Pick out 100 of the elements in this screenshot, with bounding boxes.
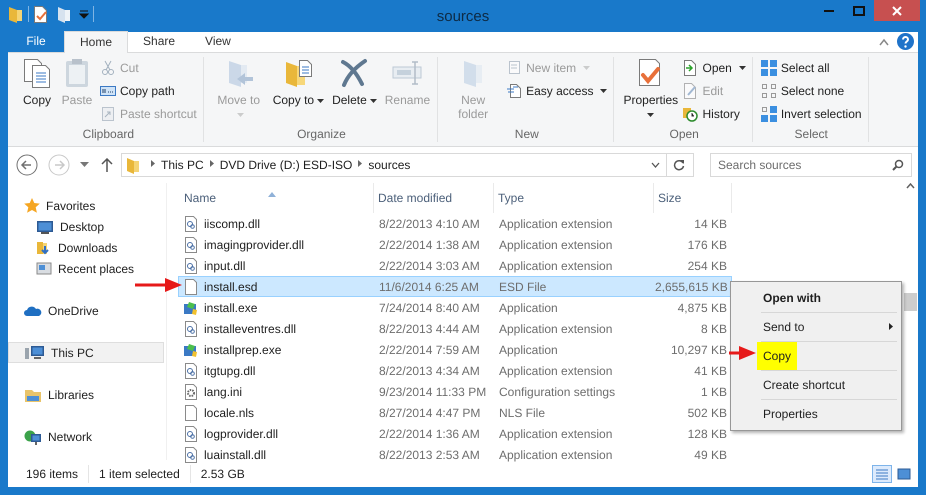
date-cell-text: 11/6/2014 6:25 AM [378, 278, 480, 296]
large-icons-view-icon [896, 466, 912, 480]
menu-item[interactable]: Copy [757, 342, 899, 370]
ribbon-button[interactable]: Copy to [270, 57, 328, 107]
chevron-right-icon [358, 160, 362, 168]
size-cell-text: 4,875 KB [676, 300, 727, 316]
dll-file-icon [183, 426, 199, 442]
refresh-button[interactable] [673, 159, 685, 171]
ribbon-tab[interactable]: Home [64, 31, 128, 53]
breadcrumb[interactable]: sources [365, 156, 414, 174]
menu-item[interactable]: Properties [757, 400, 899, 428]
file-tab[interactable]: File [8, 31, 64, 52]
close-button[interactable] [874, 0, 920, 21]
recent-places-icon [36, 260, 52, 276]
dropdown-arrow-icon [370, 98, 377, 103]
date-cell-text: 2/22/2014 1:38 AM [378, 236, 481, 254]
file-row[interactable]: luainstall.dll 8/22/2013 2:53 AM Application extension 49 KB [178, 444, 732, 465]
ribbon-button[interactable]: Copy path [98, 81, 199, 101]
size-cell-text: 14 KB [693, 216, 727, 232]
file-row[interactable]: install.esd 11/6/2014 6:25 AM ESD File 2,655,615 KB [178, 276, 732, 297]
monitor-icon [36, 218, 54, 234]
installer-icon [183, 300, 199, 316]
column-header[interactable]: Size [654, 183, 732, 213]
ribbon-button[interactable]: Invert selection [758, 104, 864, 124]
dropdown-arrow-icon [236, 112, 244, 117]
ribbon-button[interactable]: Copy [18, 57, 56, 107]
dropdown-arrow-icon [647, 112, 654, 117]
type-cell-text: Application extension [498, 446, 614, 464]
search-field[interactable]: Search sources [710, 153, 912, 177]
ribbon-button[interactable]: Delete [329, 57, 380, 107]
file-row[interactable]: locale.nls 8/27/2014 4:47 PM NLS File 502 KB [178, 402, 732, 423]
ribbon-button[interactable]: Easy access [504, 81, 610, 101]
date-cell-text: 8/22/2013 4:10 AM [378, 216, 481, 232]
date-cell-text: 2/22/2014 1:36 AM [378, 426, 481, 442]
file-name: logprovider.dll [204, 426, 278, 442]
ribbon-button[interactable]: Select none [758, 81, 864, 101]
menu-item[interactable]: Create shortcut [757, 371, 899, 399]
view-button[interactable] [872, 464, 892, 482]
type-cell-text: ESD File [498, 278, 548, 296]
ribbon-button[interactable]: History [680, 104, 748, 124]
back-button[interactable] [16, 154, 38, 176]
date-cell-text: 8/22/2013 4:34 AM [378, 362, 481, 380]
file-row[interactable]: install.exe 7/24/2014 8:40 AM Application 4,875 KB [178, 297, 732, 318]
nav-item[interactable]: Network [8, 426, 164, 447]
type-cell-text: Application extension [498, 320, 614, 338]
nav-item[interactable]: Favorites [8, 195, 164, 216]
column-header[interactable]: Date modified [374, 183, 494, 213]
nav-item[interactable]: Recent places [8, 258, 164, 279]
address-bar[interactable]: This PC DVD Drive (D:) ESD-ISO sources [121, 153, 694, 177]
date-cell-text: 9/23/2014 11:33 PM [378, 384, 488, 400]
copy-icon [21, 57, 53, 89]
menu-item[interactable]: Open with [757, 284, 899, 312]
document-icon [506, 83, 522, 99]
chevron-right-icon [210, 160, 214, 168]
recent-locations-button[interactable] [80, 162, 89, 168]
size-cell-text: 41 KB [693, 362, 727, 380]
minimize-ribbon-button[interactable] [879, 38, 889, 46]
computer-icon [25, 344, 45, 360]
date-cell-text: 8/27/2014 4:47 PM [378, 404, 482, 422]
file-row[interactable]: installeventres.dll 8/22/2013 4:44 AM Application extension 8 KB [178, 318, 732, 339]
new-folder-button[interactable] [57, 5, 71, 23]
customize-button[interactable] [79, 9, 89, 19]
maximize-icon [853, 6, 865, 16]
scroll-thumb[interactable] [904, 293, 916, 311]
type-cell-text: Application [498, 342, 559, 358]
date-cell-text: 8/22/2013 4:44 AM [378, 320, 481, 338]
up-button[interactable] [101, 158, 113, 172]
scroll-up-icon [906, 183, 914, 189]
file-row[interactable]: installprep.exe 2/22/2014 7:59 AM Application 10,297 KB [178, 339, 732, 360]
ribbon-tab[interactable]: View [190, 31, 246, 52]
file-row[interactable]: imagingprovider.dll 2/22/2014 1:38 AM Application extension 176 KB [178, 234, 732, 255]
file-row[interactable]: iiscomp.dll 8/22/2013 4:10 AM Application extension 14 KB [178, 213, 732, 234]
type-cell-text: Application extension [498, 258, 614, 274]
column-header[interactable]: Name [180, 183, 374, 213]
breadcrumb[interactable]: DVD Drive (D:) ESD-ISO [216, 156, 356, 174]
nav-item[interactable]: Downloads [8, 237, 164, 258]
ribbon-tab[interactable]: Share [128, 31, 190, 52]
properties-button[interactable] [33, 5, 49, 23]
file-name: iiscomp.dll [204, 216, 260, 232]
column-header[interactable]: Type [494, 183, 654, 213]
status-text: 1 item selected [89, 464, 191, 482]
ribbon-button[interactable]: Select all [758, 58, 864, 78]
up-arrow-icon [101, 158, 113, 172]
file-row[interactable]: logprovider.dll 2/22/2014 1:36 AM Application extension 128 KB [178, 423, 732, 444]
ribbon-button[interactable]: Properties [620, 57, 678, 121]
breadcrumb[interactable]: This PC [158, 156, 207, 174]
file-row[interactable]: lang.ini 9/23/2014 11:33 PM Configuration settings 1 KB [178, 381, 732, 402]
help-button[interactable] [897, 33, 914, 50]
nav-item[interactable]: Desktop [8, 216, 164, 237]
nav-item[interactable]: Libraries [8, 384, 164, 405]
select-none-icon [760, 83, 777, 99]
menu-item[interactable]: Send to [757, 313, 899, 341]
file-row[interactable]: input.dll 2/22/2014 3:03 AM Application extension 254 KB [178, 255, 732, 276]
nav-item[interactable]: This PC [8, 342, 164, 363]
file-row[interactable]: itgtupg.dll 8/22/2013 4:34 AM Application extension 41 KB [178, 360, 732, 381]
edit-icon [682, 83, 698, 99]
size-cell-text: 502 KB [686, 404, 727, 422]
status-text: 196 items [16, 464, 90, 482]
nav-item[interactable]: OneDrive [8, 300, 164, 321]
ribbon-button[interactable]: Open [680, 58, 748, 78]
